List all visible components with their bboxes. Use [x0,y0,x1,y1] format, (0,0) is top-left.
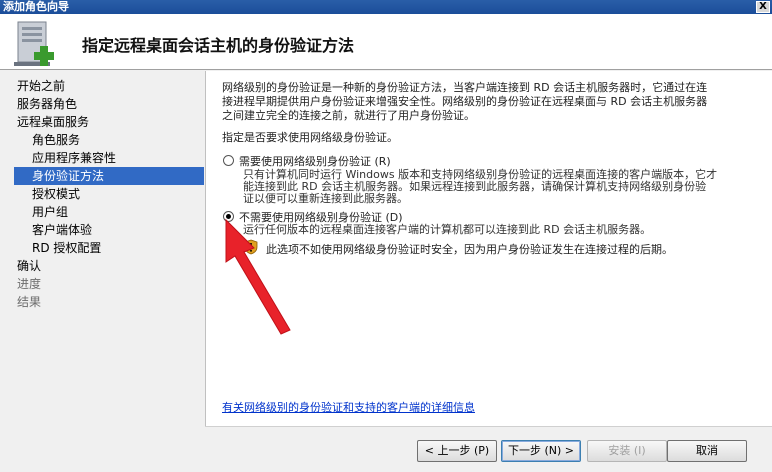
nav-item-licensing-mode[interactable]: 授权模式 [32,185,80,203]
window-title: 添加角色向导 [3,0,69,13]
nla-question: 指定是否要求使用网络级身份验证。 [222,131,398,144]
intro-text: 网络级别的身份验证是一种新的身份验证方法，当客户端连接到 RD 会话主机服务器时… [222,81,752,123]
nav-item-before-begin[interactable]: 开始之前 [17,77,65,95]
nav-item-progress: 进度 [17,277,42,291]
install-button: 安装 (I) [587,440,667,462]
intro-line: 之间建立完全的连接之前，就进行了用户身份验证。 [222,109,475,122]
nav-item-role-services[interactable]: 角色服务 [32,131,80,149]
nav-item-client-experience[interactable]: 客户端体验 [32,221,92,239]
nav-item-confirmation[interactable]: 确认 [17,257,41,275]
wizard-button-bar: < 上一步 (P) 下一步 (N) > 安装 (I) 取消 [205,426,772,472]
nav-item-auth-method[interactable]: 身份验证方法 [14,167,204,185]
no-nla-description: 运行任何版本的远程桌面连接客户端的计算机都可以连接到此 RD 会话主机服务器。 [243,223,652,236]
require-nla-label[interactable]: 需要使用网络级别身份验证 (R) [239,153,391,169]
desc-line: 证以便可以重新连接到此服务器。 [243,192,408,205]
nav-item-remote-desktop-services[interactable]: 远程桌面服务 [17,113,89,131]
nla-info-link[interactable]: 有关网络级别的身份验证和支持的客户端的详细信息 [222,399,475,415]
page-title: 指定远程桌面会话主机的身份验证方法 [82,36,355,55]
nav-item-rd-licensing-config[interactable]: RD 授权配置 [32,239,101,257]
close-button[interactable]: X [756,1,770,13]
cancel-button[interactable]: 取消 [667,440,747,462]
server-add-role-icon [14,21,54,66]
window-titlebar: 添加角色向导 X [0,0,772,14]
intro-line: 网络级别的身份验证是一种新的身份验证方法，当客户端连接到 RD 会话主机服务器时… [222,81,708,94]
next-button[interactable]: 下一步 (N) > [501,440,581,462]
nav-item-server-roles[interactable]: 服务器角色 [17,95,77,113]
nav-item-results: 结果 [17,295,42,309]
intro-line: 接进程早期提供用户身份验证来增强安全性。网络级别的身份验证在远程桌面与 RD 会… [222,95,708,108]
wizard-header: 指定远程桌面会话主机的身份验证方法 [0,14,772,70]
back-button[interactable]: < 上一步 (P) [417,440,497,462]
red-arrow-annotation [225,218,291,335]
require-nla-radio[interactable] [223,155,234,166]
wizard-steps-nav: 开始之前 服务器角色 远程桌面服务 角色服务 应用程序兼容性 身份验证方法 授权… [0,71,205,472]
require-nla-description: 只有计算机同时运行 Windows 版本和支持网络级别身份验证的远程桌面连接的客… [243,169,763,205]
nav-item-app-compat[interactable]: 应用程序兼容性 [32,149,116,167]
security-warning-text: 此选项不如使用网络级身份验证时安全，因为用户身份验证发生在连接过程的后期。 [266,243,673,256]
nav-item-user-groups[interactable]: 用户组 [32,203,68,221]
